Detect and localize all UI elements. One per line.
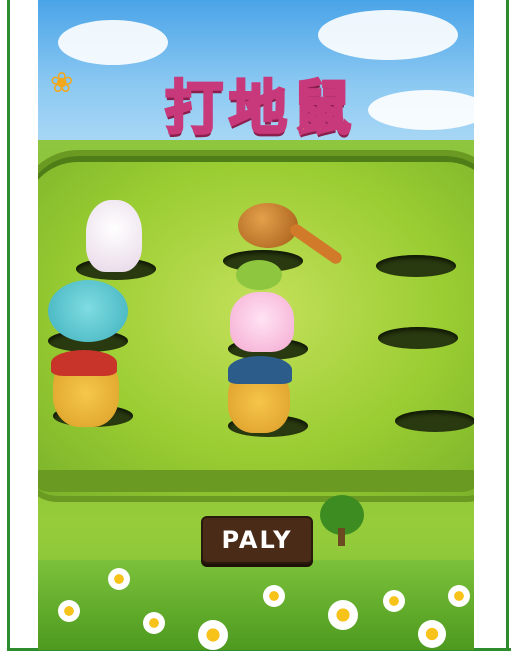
miner-helmet [228, 356, 292, 384]
tree-trunk [338, 528, 345, 546]
game-title-logo: 打 地 鼠 [133, 55, 383, 150]
frame-border-right [506, 0, 509, 651]
play-button[interactable]: PALY [201, 516, 313, 564]
mole-hole[interactable] [395, 410, 474, 432]
play-button-label: PALY [221, 526, 293, 554]
hammer-icon[interactable] [238, 203, 298, 248]
mouse-character[interactable] [48, 280, 128, 342]
flower-icon [418, 620, 446, 648]
app-frame: ❀ 打 地 鼠 PALY [0, 0, 511, 652]
game-screen: ❀ 打 地 鼠 PALY [38, 0, 474, 650]
rabbit-character[interactable] [86, 200, 142, 272]
butterfly-icon: ❀ [50, 66, 74, 99]
flower-icon [328, 600, 358, 630]
cloud [368, 90, 474, 130]
title-char-3: 鼠 [291, 72, 352, 143]
mole-hole[interactable] [376, 255, 456, 277]
flower-icon [108, 568, 130, 590]
flower-icon [383, 590, 405, 612]
flower-icon [448, 585, 470, 607]
pirate-hat [51, 350, 117, 376]
flower-icon [143, 612, 165, 634]
title-char-2: 地 [227, 72, 288, 143]
cloud [318, 10, 458, 60]
frame-border-left [7, 0, 10, 651]
flower-icon [58, 600, 80, 622]
pink-cat-character[interactable] [230, 292, 294, 352]
title-char-1: 打 [163, 72, 224, 143]
flower-icon [263, 585, 285, 607]
leaf-icon [236, 260, 282, 290]
mole-hole[interactable] [378, 327, 458, 349]
grass-foreground [38, 560, 474, 650]
game-board-rim [38, 470, 474, 492]
flower-icon [198, 620, 228, 650]
